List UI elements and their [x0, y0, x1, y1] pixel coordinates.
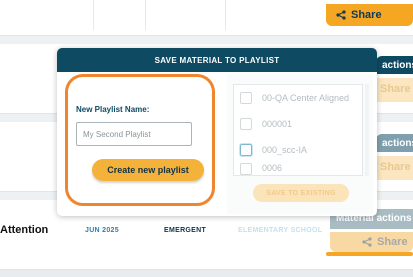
playlist-label: 000001 [262, 119, 293, 129]
share-icon [336, 10, 346, 20]
column-divider [145, 0, 146, 30]
existing-playlists-panel: 00-QA Center Aligned 000001 000_scc-IA 0… [227, 74, 373, 214]
new-playlist-panel: New Playlist Name: Create new playlist [65, 74, 215, 206]
save-to-existing-button[interactable]: SAVE TO EXISTING [253, 184, 349, 202]
playlist-label: 00-QA Center Aligned [262, 93, 350, 103]
column-divider [93, 0, 94, 30]
modal-header: SAVE MATERIAL TO PLAYLIST [57, 48, 377, 72]
actions-tab-label: actions [382, 138, 413, 149]
create-playlist-button[interactable]: Create new playlist [92, 159, 204, 181]
column-divider [225, 0, 226, 30]
actions-tab-label: actions [382, 60, 413, 71]
share-label: Share [380, 83, 411, 95]
list-item[interactable]: 00-QA Center Aligned [234, 85, 362, 111]
share-button[interactable]: Share [330, 232, 413, 252]
share-button[interactable]: Share [376, 78, 413, 102]
playlist-checkbox[interactable] [240, 118, 252, 130]
list-item[interactable]: 0006 [234, 163, 362, 175]
save-to-playlist-modal: SAVE MATERIAL TO PLAYLIST New Playlist N… [57, 48, 377, 216]
playlist-checkbox[interactable] [240, 92, 252, 104]
list-item[interactable]: 000_scc-IA [234, 137, 362, 163]
modal-title: SAVE MATERIAL TO PLAYLIST [154, 55, 280, 65]
row-divider [0, 36, 413, 44]
playlist-checkbox[interactable] [240, 144, 252, 156]
share-label: Share [380, 161, 411, 173]
share-button[interactable]: Share [376, 156, 413, 180]
material-school: ELEMENTARY SCHOOL [238, 227, 323, 234]
list-item[interactable]: 000001 [234, 111, 362, 137]
share-label: Share [377, 236, 408, 248]
playlist-list[interactable]: 00-QA Center Aligned 000001 000_scc-IA 0… [233, 84, 363, 176]
playlist-checkbox[interactable] [240, 163, 252, 175]
playlist-label: 000_scc-IA [262, 145, 308, 155]
material-actions-tab[interactable]: actions [376, 134, 413, 152]
material-title: Attention [0, 224, 49, 236]
list-scrollbar[interactable] [365, 84, 369, 176]
scroll-accent [326, 252, 413, 256]
share-icon [362, 237, 372, 247]
share-label: Share [351, 9, 382, 21]
new-playlist-label: New Playlist Name: [76, 105, 150, 114]
share-button[interactable]: Share [326, 4, 413, 26]
playlist-label: 0006 [262, 163, 283, 173]
material-level: EMERGENT [164, 227, 207, 234]
material-actions-tab[interactable]: actions [376, 56, 413, 74]
playlist-name-input[interactable] [76, 122, 192, 146]
material-date: JUN 2025 [85, 227, 119, 234]
